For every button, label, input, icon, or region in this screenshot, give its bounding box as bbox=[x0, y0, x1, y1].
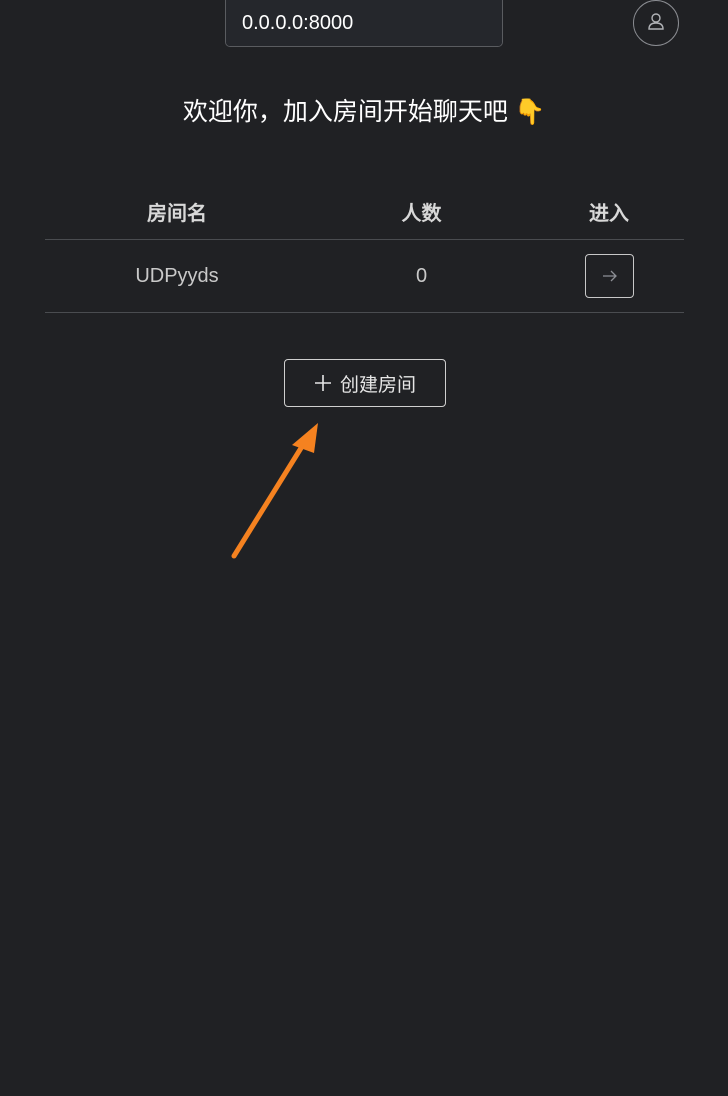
create-room-label: 创建房间 bbox=[339, 373, 416, 396]
pointing-down-emoji-icon: 👇 bbox=[513, 97, 546, 126]
enter-room-button[interactable] bbox=[585, 254, 634, 298]
table-row: UDPyyds 0 bbox=[45, 240, 684, 313]
server-address-bar bbox=[225, 0, 503, 47]
user-avatar-button[interactable] bbox=[633, 0, 679, 46]
header-member-count: 人数 bbox=[401, 201, 442, 225]
user-icon bbox=[646, 11, 666, 35]
room-name-cell: UDPyyds bbox=[135, 264, 219, 287]
table-header: 房间名 人数 进入 bbox=[45, 184, 684, 240]
welcome-heading: 欢迎你，加入房间开始聊天吧 👇 bbox=[0, 92, 728, 132]
create-room-button[interactable]: 创建房间 bbox=[284, 359, 446, 407]
server-address-input[interactable] bbox=[226, 0, 502, 46]
plus-icon bbox=[314, 374, 332, 392]
header-enter: 进入 bbox=[589, 201, 629, 225]
header-room-name: 房间名 bbox=[147, 201, 207, 225]
enter-cell bbox=[534, 254, 684, 298]
room-table: 房间名 人数 进入 UDPyyds 0 bbox=[45, 184, 684, 313]
arrow-right-icon bbox=[601, 264, 619, 288]
annotation-arrow-icon bbox=[231, 423, 318, 559]
member-count-cell: 0 bbox=[415, 264, 428, 287]
room-lobby-page: 欢迎你，加入房间开始聊天吧👇 房间名 人数 进入 UDPyyds 0 bbox=[0, 0, 728, 1096]
welcome-text: 欢迎你，加入房间开始聊天吧 bbox=[182, 97, 508, 126]
